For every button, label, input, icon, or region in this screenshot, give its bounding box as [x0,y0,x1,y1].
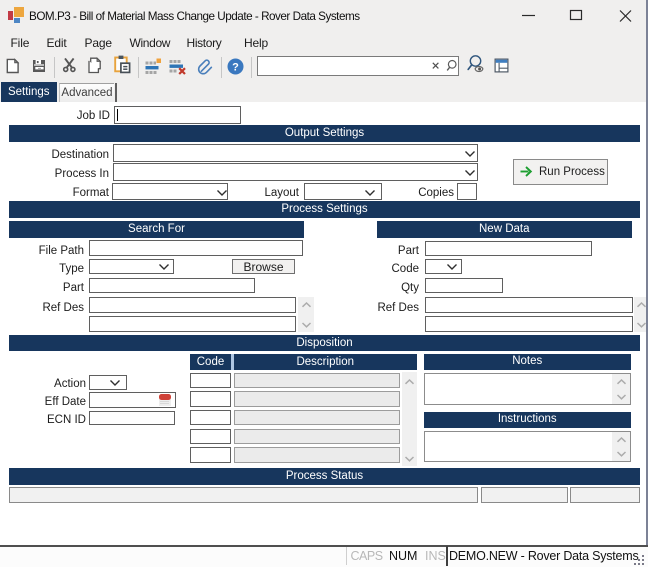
svg-text:?: ? [232,61,239,73]
